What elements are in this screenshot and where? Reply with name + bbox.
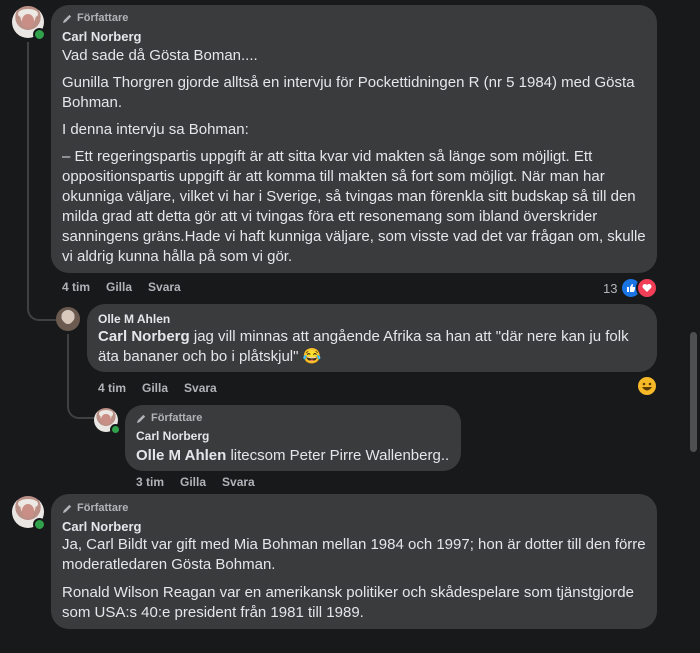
like-button[interactable]: Gilla xyxy=(142,381,168,395)
comment-author[interactable]: Carl Norberg xyxy=(62,29,141,44)
paragraph: – Ett regeringspartis uppgift är att sit… xyxy=(62,148,646,265)
pencil-icon xyxy=(62,14,72,23)
timestamp[interactable]: 4 tim xyxy=(62,280,90,294)
timestamp[interactable]: 4 tim xyxy=(98,381,126,395)
online-status-dot xyxy=(33,28,46,41)
reaction-count: 13 xyxy=(603,280,618,296)
online-status-dot xyxy=(110,424,121,435)
reply-button[interactable]: Svara xyxy=(222,475,255,489)
scrollbar-thumb[interactable] xyxy=(690,332,697,452)
author-badge: Författare xyxy=(136,412,202,424)
comment-text: Carl Norberg jag vill minnas att angåend… xyxy=(98,327,648,367)
pencil-icon xyxy=(136,414,146,423)
paragraph: Ja, Carl Bildt var gift med Mia Bohman m… xyxy=(62,536,646,573)
comment-text: Vad sade då Gösta Boman.... Gunilla Thor… xyxy=(62,46,652,267)
haha-icon[interactable] xyxy=(638,377,656,395)
author-badge: Författare xyxy=(62,12,128,24)
reply-button[interactable]: Svara xyxy=(184,381,217,395)
like-button[interactable]: Gilla xyxy=(180,475,206,489)
pencil-icon xyxy=(62,504,72,513)
author-badge: Författare xyxy=(62,502,128,514)
mention-link[interactable]: Olle M Ahlen xyxy=(136,447,226,464)
comment-text: Ja, Carl Bildt var gift med Mia Bohman m… xyxy=(62,535,652,623)
paragraph: I denna intervju sa Bohman: xyxy=(62,121,249,138)
comment-actions: 4 tim Gilla Svara xyxy=(62,280,181,294)
reaction-summary[interactable]: 13 xyxy=(603,277,659,299)
comment-text: Olle M Ahlen litecsom Peter Pirre Wallen… xyxy=(136,446,456,466)
avatar[interactable] xyxy=(56,307,80,331)
reply-button[interactable]: Svara xyxy=(148,280,181,294)
paragraph: Ronald Wilson Reagan var en amerikansk p… xyxy=(62,584,634,621)
online-status-dot xyxy=(33,518,46,531)
comment-author[interactable]: Olle M Ahlen xyxy=(98,312,170,326)
laughing-emoji: 😂 xyxy=(298,348,322,365)
paragraph: Vad sade då Gösta Boman.... xyxy=(62,47,258,64)
comment-author[interactable]: Carl Norberg xyxy=(62,519,141,534)
mention-link[interactable]: Carl Norberg xyxy=(98,328,190,345)
comment-actions: 3 tim Gilla Svara xyxy=(136,475,255,489)
reply-text: litecsom Peter Pirre Wallenberg.. xyxy=(226,447,450,464)
timestamp[interactable]: 3 tim xyxy=(136,475,164,489)
love-icon xyxy=(636,277,659,299)
comment-actions: 4 tim Gilla Svara xyxy=(98,381,217,395)
comment-author[interactable]: Carl Norberg xyxy=(136,429,209,443)
like-button[interactable]: Gilla xyxy=(106,280,132,294)
paragraph: Gunilla Thorgren gjorde alltså en interv… xyxy=(62,74,635,111)
